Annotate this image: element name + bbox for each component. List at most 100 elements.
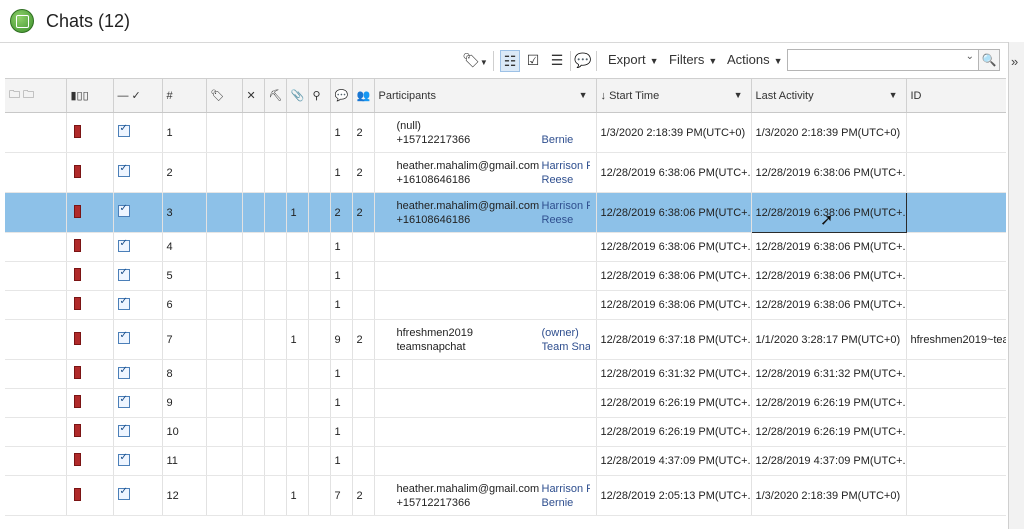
tag-cell[interactable] [66,261,114,291]
table-row[interactable]: 9 1 12/28/2019 6:26:19 PM(UTC+...12/28/201… [5,388,1006,418]
table-row[interactable]: 3122heather.mahalim@gmail.comHarrison F+… [5,192,1006,233]
last-activity-cell[interactable]: 1/3/2020 2:18:39 PM(UTC+0) [751,112,907,153]
checkbox-cell[interactable] [113,232,163,262]
checkbox-cell[interactable] [113,261,163,291]
checkbox[interactable] [117,296,130,310]
checked-column-header[interactable]: — ✓ [113,79,163,113]
checklist-view-icon[interactable]: ☑ [524,50,542,70]
people-column-header[interactable]: 👥 [352,79,375,113]
checkbox[interactable] [117,423,130,437]
participants-cell: heather.mahalim@gmail.com Harrison F +1571… [374,475,597,516]
table-row[interactable]: 12172heather.mahalim@gmail.comHarrison F… [5,475,1006,516]
last-activity-cell[interactable]: 12/28/2019 6:38:06 PM(UTC+... [751,290,907,320]
chevron-down-icon[interactable]: ⌄ [966,51,974,62]
tag-filter-icon[interactable]: 🏷▼ [462,50,488,70]
checkbox[interactable] [117,394,130,408]
table-row[interactable]: 4 1 12/28/2019 6:38:06 PM(UTC+...12/28/201… [5,232,1006,262]
folder-cell [5,417,67,447]
checkbox-cell[interactable] [113,112,163,153]
last-activity-cell[interactable]: 12/28/2019 6:31:32 PM(UTC+... [751,359,907,389]
participant-name: heather.mahalim@gmail.com [396,159,540,172]
location-cell [308,446,331,476]
messages-cell: 1 [330,417,353,447]
tag-cell[interactable] [66,152,114,193]
id-cell [906,152,1006,193]
folder-column-header[interactable]: 🗀 🗀 [5,79,67,113]
column-header-start-time[interactable]: ↓ Start Time ▼ [596,79,752,113]
export-menu[interactable]: Export ▼ [608,52,659,67]
checkbox[interactable] [117,486,130,500]
checkbox[interactable] [117,123,130,137]
tag-cell[interactable] [66,446,114,476]
checkbox-cell[interactable] [113,152,163,193]
red-tag-icon [73,164,81,178]
table-row[interactable]: 112(null)+15712217366Bernie1/3/2020 2:18… [5,112,1006,153]
last-activity-cell[interactable]: 12/28/2019 6:38:06 PM(UTC+... [751,232,907,262]
table-row[interactable]: 10 1 12/28/2019 6:26:19 PM(UTC+...12/28/20… [5,417,1006,447]
checkbox[interactable] [117,238,130,252]
column-header-id[interactable]: ID [906,79,1006,113]
filters-menu[interactable]: Filters ▼ [669,52,717,67]
last-activity-cell[interactable]: 12/28/2019 4:37:09 PM(UTC+... [751,446,907,476]
table-row[interactable]: 212heather.mahalim@gmail.comHarrison F+1… [5,152,1006,193]
last-activity-cell[interactable]: 12/28/2019 6:26:19 PM(UTC+... [751,417,907,447]
participant-alias: Team Snapchat [541,340,590,353]
checkbox-cell[interactable] [113,388,163,418]
table-row[interactable]: 11112/28/2019 4:37:09 PM(UTC+...12/28/20… [5,446,1006,476]
checkbox-cell[interactable] [113,290,163,320]
tag-icon-cell [206,261,243,291]
checkbox-cell[interactable] [113,319,163,360]
last-activity-cell[interactable]: 12/28/2019 6:26:19 PM(UTC+... [751,388,907,418]
tag-icon-column-header[interactable]: 🏷 [206,79,243,113]
red-tag-icon [73,366,81,379]
search-input[interactable]: ⌄ [787,49,979,71]
last-activity-cell[interactable]: 1/1/2020 3:28:17 PM(UTC+0) [751,319,907,360]
last-activity-cell[interactable]: 12/28/2019 6:38:06 PM(UTC+... [751,261,907,291]
last-activity-cell[interactable]: 1/3/2020 2:18:39 PM(UTC+0) [751,475,907,516]
checkbox[interactable] [117,330,130,344]
tag-cell[interactable] [66,319,114,360]
expand-panel-icon[interactable]: » [1011,54,1018,69]
table-row[interactable]: 7 192 hfreshmen2019 (owner) teamsnapchat Team… [5,319,1006,360]
tag-cell[interactable] [66,290,114,320]
location-column-header[interactable]: ⚲ [308,79,331,113]
tag-column-header[interactable]: ▮▯▯ [66,79,114,113]
checkbox-cell[interactable] [113,192,163,233]
tag-cell[interactable] [66,417,114,447]
checkbox-cell[interactable] [113,417,163,447]
table-row[interactable]: 8 1 12/28/2019 6:31:32 PM(UTC+...12/28/201… [5,359,1006,389]
numbered-list-icon[interactable]: ☰ [548,50,566,70]
deleted-column-header[interactable]: ✕ [242,79,265,113]
id-cell [906,290,1006,320]
tag-cell[interactable] [66,475,114,516]
tag-cell[interactable] [66,232,114,262]
tag-cell[interactable] [66,359,114,389]
tag-cell[interactable] [66,388,114,418]
actions-menu[interactable]: Actions ▼ [727,52,783,67]
column-header-num[interactable]: # [162,79,207,113]
column-header-participants[interactable]: Participants ▼ [374,79,597,113]
checkbox[interactable] [117,365,130,379]
last-activity-cell[interactable]: 12/28/2019 6:38:06 PM(UTC+... [751,152,907,193]
checkbox-cell[interactable] [113,446,163,476]
tag-cell[interactable] [66,192,114,233]
checkbox[interactable] [117,452,130,466]
checkbox[interactable] [117,267,130,281]
checkbox-cell[interactable] [113,359,163,389]
chat-bubble-icon[interactable]: 💬 [574,50,592,70]
messages-column-header[interactable]: 💬 [330,79,353,113]
search-icon[interactable]: 🔍 [978,49,1000,71]
list-view-icon[interactable]: ☷ [500,50,520,72]
checkbox-cell[interactable] [113,475,163,516]
column-header-last-activity[interactable]: Last Activity ▼ [751,79,907,113]
pick-column-header[interactable]: ⛏ [264,79,287,113]
checkbox[interactable] [117,203,130,217]
tag-cell[interactable] [66,112,114,153]
attachment-column-header[interactable]: 📎 [286,79,309,113]
participants-cell: hfreshmen2019 (owner) teamsnapchat Team Sna… [374,319,597,360]
table-row[interactable]: 5 1 12/28/2019 6:38:06 PM(UTC+...12/28/201… [5,261,1006,291]
messages-cell: 7 [330,475,353,516]
side-panel-collapsed[interactable]: » [1008,42,1024,529]
table-row[interactable]: 6 1 12/28/2019 6:38:06 PM(UTC+...12/28/201… [5,290,1006,320]
checkbox[interactable] [117,163,130,177]
